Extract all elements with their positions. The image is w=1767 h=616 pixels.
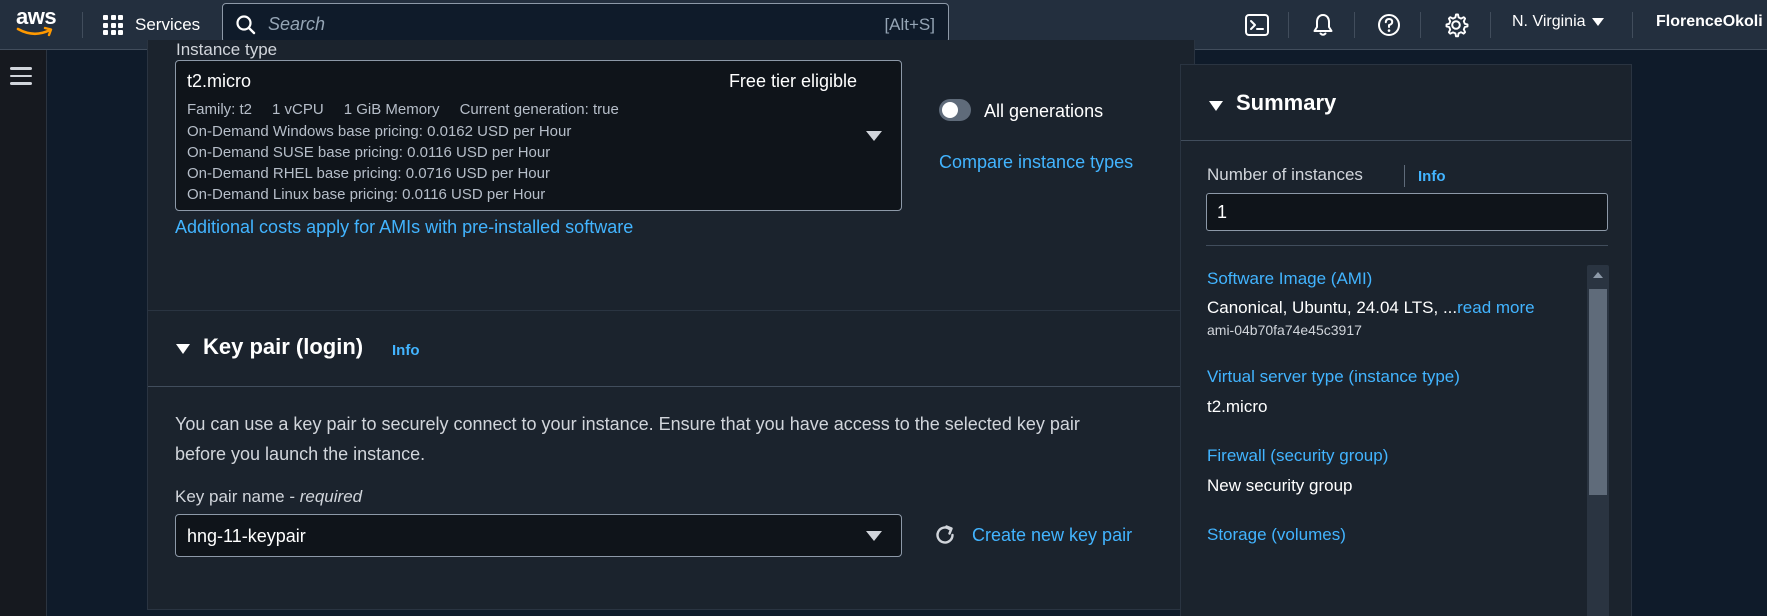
instance-type-value: t2.micro <box>1207 397 1268 416</box>
search-shortcut: [Alt+S] <box>884 15 935 34</box>
instance-vcpu: 1 vCPU <box>272 101 324 118</box>
nav-divider <box>82 12 83 38</box>
pricing-linux: On-Demand Linux base pricing: 0.0116 USD… <box>187 186 546 203</box>
create-new-key-pair-link[interactable]: Create new key pair <box>972 525 1132 546</box>
required-marker: required <box>299 487 363 506</box>
collapse-caret-icon[interactable] <box>1209 101 1223 111</box>
instance-family: Family: t2 <box>187 101 253 118</box>
services-label: Services <box>135 15 201 34</box>
number-of-instances-label: Number of instances <box>1207 165 1363 184</box>
instance-type-name: t2.micro <box>187 71 252 91</box>
instance-type-specs: Family: t2 1 vCPU 1 GiB Memory Current gene… <box>187 101 639 118</box>
main-content: Instance type t2.micro Free tier eligibl… <box>47 40 1767 616</box>
ami-value-text: Canonical, Ubuntu, 24.04 LTS, ... <box>1207 298 1458 317</box>
search-placeholder: Search <box>268 14 326 34</box>
number-of-instances-input[interactable]: 1 <box>1206 193 1608 231</box>
all-generations-label: All generations <box>984 101 1104 121</box>
free-tier-badge: Free tier eligible <box>728 71 857 91</box>
software-image-link[interactable]: Software Image (AMI) <box>1207 269 1372 289</box>
search-icon <box>236 15 256 35</box>
additional-costs-link[interactable]: Additional costs apply for AMIs with pre… <box>175 217 633 238</box>
key-pair-info-link[interactable]: Info <box>392 342 420 359</box>
caret-down-icon <box>1591 18 1604 26</box>
summary-title: Summary <box>1236 90 1337 115</box>
instance-type-select[interactable]: t2.micro Free tier eligible Family: t2 1 … <box>175 60 902 211</box>
summary-header[interactable]: Summary <box>1181 65 1631 141</box>
summary-panel: Summary Number of instances Info 1 Softw… <box>1180 64 1632 616</box>
storage-link[interactable]: Storage (volumes) <box>1207 525 1346 545</box>
cloudshell-icon[interactable] <box>1244 12 1270 38</box>
read-more-link[interactable]: read more <box>1457 298 1534 317</box>
help-icon[interactable] <box>1376 12 1402 38</box>
services-menu-button[interactable]: Services <box>103 11 200 39</box>
summary-divider <box>1206 245 1608 246</box>
compare-instance-types-link[interactable]: Compare instance types <box>939 152 1133 173</box>
pricing-rhel: On-Demand RHEL base pricing: 0.0716 USD … <box>187 165 550 182</box>
scroll-up-icon[interactable] <box>1593 272 1603 278</box>
services-grid-icon <box>103 15 123 35</box>
collapse-caret-icon[interactable] <box>176 344 190 354</box>
key-pair-selected-value: hng-11-keypair <box>187 526 306 546</box>
key-pair-panel: Key pair (login) Info You can use a key … <box>147 310 1195 610</box>
caret-down-icon <box>866 531 882 541</box>
key-pair-select[interactable]: hng-11-keypair <box>175 514 902 557</box>
nav-divider <box>1354 12 1355 38</box>
left-navigation-rail <box>0 50 47 616</box>
instance-type-link[interactable]: Virtual server type (instance type) <box>1207 367 1460 387</box>
nav-divider <box>1288 12 1289 38</box>
scrollbar-thumb[interactable] <box>1589 289 1607 495</box>
refresh-icon[interactable] <box>933 523 957 547</box>
settings-icon[interactable] <box>1443 12 1469 38</box>
region-selector[interactable]: N. Virginia <box>1512 13 1604 31</box>
nav-divider <box>1490 12 1491 38</box>
all-generations-toggle[interactable] <box>939 99 971 121</box>
aws-logo[interactable]: aws <box>16 4 62 40</box>
instance-generation: Current generation: true <box>459 101 619 118</box>
instance-type-panel: Instance type t2.micro Free tier eligibl… <box>147 40 1195 332</box>
pricing-windows: On-Demand Windows base pricing: 0.0162 U… <box>187 123 572 140</box>
instance-type-label: Instance type <box>176 40 278 59</box>
instance-memory: 1 GiB Memory <box>343 101 440 118</box>
key-pair-header[interactable]: Key pair (login) Info <box>148 311 1194 387</box>
account-menu[interactable]: FlorenceOkoli @ <box>1656 13 1767 31</box>
nav-divider <box>1420 12 1421 38</box>
number-of-instances-info-link[interactable]: Info <box>1418 168 1446 185</box>
firewall-link[interactable]: Firewall (security group) <box>1207 446 1388 466</box>
search-input[interactable]: Search [Alt+S] <box>222 3 949 43</box>
key-pair-title: Key pair (login) <box>203 334 364 359</box>
notifications-icon[interactable] <box>1310 12 1336 38</box>
pricing-suse: On-Demand SUSE base pricing: 0.0116 USD … <box>187 144 551 161</box>
label-separator <box>1404 165 1405 187</box>
software-image-value: Canonical, Ubuntu, 24.04 LTS, ...read mo… <box>1207 298 1535 318</box>
aws-smile-icon <box>16 26 53 37</box>
ami-id: ami-04b70fa74e45c3917 <box>1207 322 1362 338</box>
firewall-value: New security group <box>1207 476 1353 495</box>
nav-divider <box>1632 12 1633 38</box>
hamburger-menu-icon[interactable] <box>10 67 32 85</box>
key-pair-name-text: Key pair name - <box>175 487 300 506</box>
summary-scrollbar[interactable] <box>1587 265 1609 616</box>
caret-down-icon <box>866 131 882 141</box>
key-pair-description: You can use a key pair to securely conne… <box>175 414 1080 464</box>
key-pair-name-label: Key pair name - required <box>175 487 362 507</box>
region-label: N. Virginia <box>1512 13 1586 30</box>
